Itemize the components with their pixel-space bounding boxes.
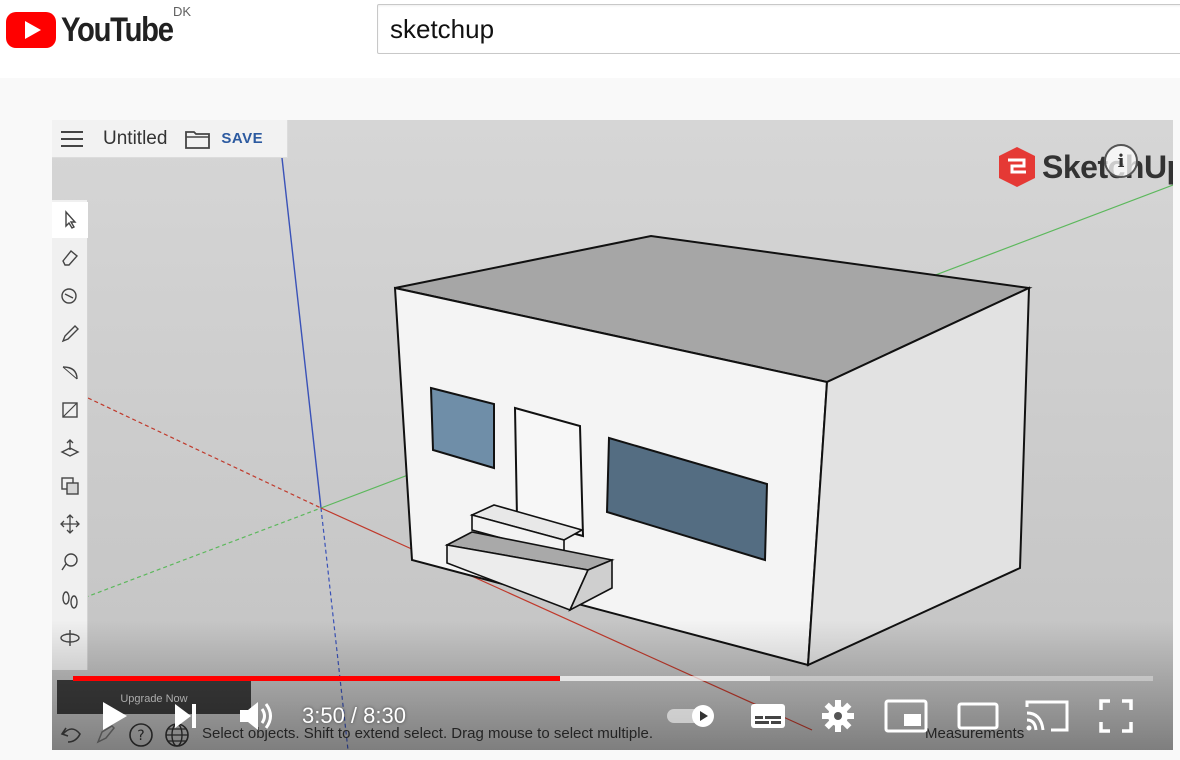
sketchup-topbar: Untitled SAVE — [52, 120, 288, 158]
move-icon[interactable] — [52, 506, 88, 542]
settings-button[interactable] — [816, 694, 860, 738]
pencil-icon[interactable] — [52, 316, 88, 352]
progress-played — [73, 676, 561, 681]
paint-bucket-icon[interactable] — [52, 278, 88, 314]
autoplay-toggle[interactable] — [664, 694, 718, 738]
orbit-icon[interactable] — [52, 620, 88, 656]
volume-button[interactable] — [232, 694, 280, 738]
tool-column — [52, 200, 88, 670]
info-icon[interactable]: i — [1104, 144, 1138, 178]
youtube-logo[interactable]: YouTube — [6, 10, 191, 50]
hamburger-menu-icon[interactable] — [61, 130, 83, 147]
autoplay-toggle-icon — [667, 705, 714, 727]
fullscreen-button[interactable] — [1094, 694, 1138, 738]
offset-icon[interactable] — [52, 468, 88, 504]
undo-icon[interactable] — [58, 720, 86, 748]
rectangle-icon[interactable] — [52, 392, 88, 428]
next-icon — [175, 704, 196, 728]
svg-text:?: ? — [137, 728, 144, 744]
progress-bar[interactable] — [73, 676, 1153, 681]
cast-icon — [1025, 700, 1069, 732]
sketchup-viewport — [52, 120, 1173, 750]
upgrade-now-button[interactable]: Upgrade Now — [57, 680, 251, 714]
logo-text: YouTube — [61, 10, 174, 49]
time-display: 3:50 / 8:30 — [302, 703, 406, 728]
folder-icon[interactable] — [185, 129, 211, 149]
save-button[interactable]: SAVE — [221, 130, 263, 147]
play-button[interactable] — [92, 694, 136, 738]
eraser-icon[interactable] — [52, 240, 88, 276]
miniplayer-button[interactable] — [882, 694, 930, 738]
miniplayer-icon — [884, 699, 928, 733]
cast-button[interactable] — [1022, 694, 1072, 738]
file-title: Untitled — [103, 127, 168, 149]
gear-icon — [822, 700, 854, 732]
volume-icon — [240, 702, 272, 730]
masthead: YouTube DK — [0, 0, 1180, 78]
search-input[interactable] — [377, 4, 1180, 54]
country-code: DK — [173, 4, 192, 19]
sketchup-logo: SketchUp — [998, 146, 1173, 188]
theater-mode-icon — [957, 702, 999, 730]
theater-mode-button[interactable] — [954, 694, 1002, 738]
sketchup-logo-icon — [999, 147, 1035, 187]
next-button[interactable] — [164, 694, 208, 738]
subtitles-button[interactable] — [746, 694, 790, 738]
footprints-icon[interactable] — [52, 582, 88, 618]
play-icon — [103, 702, 127, 730]
tape-measure-icon[interactable] — [52, 544, 88, 580]
push-pull-icon[interactable] — [52, 430, 88, 466]
video-player[interactable]: Untitled SAVE SketchUp i Upgrade Now Sel… — [52, 120, 1173, 750]
youtube-play-icon — [6, 12, 56, 48]
arc-icon[interactable] — [52, 354, 88, 390]
fullscreen-icon — [1099, 699, 1133, 733]
select-icon[interactable] — [52, 202, 88, 238]
subtitles-icon — [751, 704, 785, 728]
